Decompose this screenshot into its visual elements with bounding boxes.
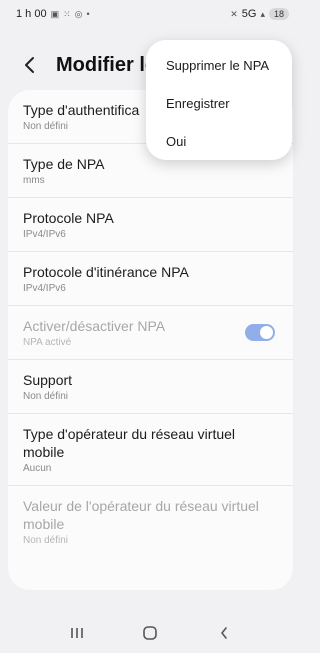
recent-apps-icon <box>71 627 83 638</box>
setting-apn-protocol[interactable]: Protocole NPA IPv4/IPv6 <box>8 198 293 252</box>
setting-title: Activer/désactiver NPA <box>23 318 166 334</box>
overflow-menu: Supprimer le NPA Enregistrer Oui <box>146 40 292 160</box>
navigation-bar <box>0 612 301 653</box>
setting-bearer[interactable]: Support Non défini <box>8 360 293 414</box>
setting-title: Type d'opérateur du réseau virtuel mobil… <box>23 426 236 460</box>
status-left: 1 h 00 ▣ ⁙ ◎ • <box>16 8 90 20</box>
dot-icon: • <box>86 9 90 19</box>
back-nav-button[interactable] <box>209 618 239 648</box>
recent-apps-button[interactable] <box>62 618 92 648</box>
network-type: 5G <box>241 8 257 20</box>
signal-icon: ▴ <box>260 8 265 19</box>
setting-apn-enable: Activer/désactiver NPA NPA activé <box>8 306 293 360</box>
home-icon <box>143 625 158 640</box>
setting-mvno-type[interactable]: Type d'opérateur du réseau virtuel mobil… <box>8 414 293 486</box>
back-arrow-icon <box>25 57 34 73</box>
setting-value: IPv4/IPv6 <box>23 229 66 240</box>
setting-mvno-value: Valeur de l'opérateur du réseau virtuel … <box>8 486 293 557</box>
toggle-knob <box>260 326 273 339</box>
settings-card: Type d'authentifica Non défini Type de N… <box>8 90 293 590</box>
back-button[interactable] <box>18 53 42 77</box>
setting-title: Valeur de l'opérateur du réseau virtuel … <box>23 498 259 532</box>
setting-title: Protocole d'itinérance NPA <box>23 264 189 280</box>
apn-enable-toggle <box>245 324 275 341</box>
setting-apn-roaming-protocol[interactable]: Protocole d'itinérance NPA IPv4/IPv6 <box>8 252 293 306</box>
setting-value: Non défini <box>23 391 69 402</box>
status-right: ✕ 5G ▴ 18 <box>230 8 289 20</box>
chevron-left-icon <box>221 626 227 639</box>
grid-icon: ⁙ <box>63 8 71 19</box>
status-bar: 1 h 00 ▣ ⁙ ◎ • ✕ 5G ▴ 18 <box>0 0 301 28</box>
battery-indicator: 18 <box>268 8 289 20</box>
status-time: 1 h 00 <box>16 8 47 20</box>
setting-value: IPv4/IPv6 <box>23 283 66 294</box>
setting-title: Protocole NPA <box>23 210 114 226</box>
setting-value: NPA activé <box>23 337 72 348</box>
setting-value: Aucun <box>23 463 52 474</box>
menu-item-delete-apn[interactable]: Supprimer le NPA <box>146 46 292 84</box>
home-button[interactable] <box>135 618 165 648</box>
mute-icon: ✕ <box>230 8 238 19</box>
menu-item-yes[interactable]: Oui <box>146 122 292 160</box>
setting-title: Support <box>23 372 73 388</box>
menu-item-save[interactable]: Enregistrer <box>146 84 292 122</box>
screenshot-icon: ▣ <box>50 8 60 19</box>
setting-value: Non défini <box>23 535 69 546</box>
whatsapp-icon: ◎ <box>74 8 83 19</box>
setting-value: mms <box>23 175 45 186</box>
